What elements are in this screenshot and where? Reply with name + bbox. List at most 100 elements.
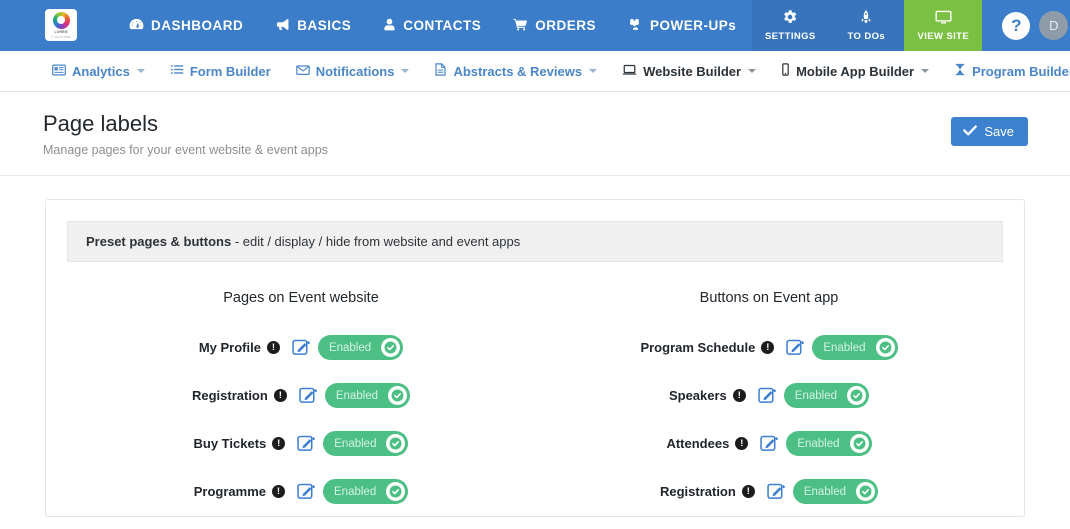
avatar[interactable]: D [1039,11,1069,40]
info-icon[interactable]: ! [272,485,286,499]
tile-label: VIEW SITE [917,30,970,42]
edit-icon[interactable] [786,338,805,357]
chevron-down-icon [589,69,598,73]
edit-icon[interactable] [297,482,316,501]
toggle-knob-check-icon [386,434,406,454]
cart-icon [513,18,528,34]
edit-icon[interactable] [758,386,777,405]
megaphone-icon [275,18,290,34]
subnav-item-website-builder[interactable]: Website Builder [622,63,757,79]
panel-heading-rest: - edit / display / hide from website and… [231,233,521,249]
user-icon [383,18,396,34]
header-action-tiles: SETTINGS TO DOs VIEW SITE [752,0,983,51]
info-icon[interactable]: ! [266,341,280,355]
chevron-down-icon [401,69,410,73]
logo-tagline: IT SOLUTIONS [51,36,71,40]
envelope-icon [295,64,310,79]
subnav-item-form-builder[interactable]: Form Builder [170,64,271,79]
hourglass-icon [954,63,966,79]
subnav-item-abstracts-reviews[interactable]: Abstracts & Reviews [434,63,598,79]
subnav-item-analytics[interactable]: Analytics [52,64,145,79]
preset-pages-card: Preset pages & buttons - edit / display … [45,198,1025,517]
nav-label: BASICS [297,18,352,33]
primary-navigation: DASHBOARD BASICS CONTACTS ORDERS POWER-U [113,0,752,51]
column-buttons-on-event-app: Buttons on Event app Program Schedule ! … [535,290,1003,516]
help-icon[interactable]: ? [1002,11,1031,40]
mobile-icon [781,63,790,79]
column-pages-on-event-website: Pages on Event website My Profile ! Enab… [67,290,535,516]
dashboard-icon [129,18,144,34]
table-row: My Profile ! Enabled [67,324,535,372]
header-tile-view-site[interactable]: VIEW SITE [904,0,983,51]
status-toggle[interactable]: Enabled [783,383,870,409]
nav-item-dashboard[interactable]: DASHBOARD [113,0,259,51]
status-toggle[interactable]: Enabled [792,479,879,505]
toggle-knob-check-icon [847,386,867,406]
logo-wordmark: LOREM [54,30,68,35]
app-logo[interactable]: LOREM IT SOLUTIONS [45,9,77,41]
tile-label: SETTINGS [764,31,816,42]
toggle-knob-check-icon [381,338,401,358]
table-row: Registration ! Enabled [535,468,1003,516]
check-icon [963,124,978,139]
subnav-item-notifications[interactable]: Notifications [295,64,410,79]
monitor-icon [935,10,952,28]
subnav-item-program-builder[interactable]: Program Builder [954,63,1070,79]
tile-label: TO DOs [847,31,886,42]
info-icon[interactable]: ! [735,437,749,451]
status-toggle[interactable]: Enabled [323,431,409,457]
nav-label: ORDERS [535,18,597,33]
status-toggle[interactable]: Enabled [812,335,898,361]
edit-icon[interactable] [292,338,311,357]
table-row: Attendees ! Enabled [535,420,1003,468]
chevron-down-icon [921,69,930,73]
info-icon[interactable]: ! [272,437,286,451]
info-icon[interactable]: ! [273,389,287,403]
row-label: Programme [193,484,267,500]
status-toggle[interactable]: Enabled [786,431,872,457]
toggle-knob-check-icon [388,386,408,406]
page-title: Page labels [43,111,158,136]
panel-heading: Preset pages & buttons - edit / display … [67,220,1003,262]
nav-item-contacts[interactable]: CONTACTS [367,0,497,51]
status-toggle[interactable]: Enabled [323,479,409,505]
status-toggle[interactable]: Enabled [317,335,404,361]
subnav-label: Website Builder [643,63,742,79]
info-icon[interactable]: ! [741,485,755,499]
info-icon[interactable]: ! [761,341,775,355]
edit-icon[interactable] [767,482,786,501]
subnav-item-mobile-app-builder[interactable]: Mobile App Builder [781,63,930,79]
subnav-label: Form Builder [189,63,271,79]
nav-item-basics[interactable]: BASICS [259,0,367,51]
table-row: Program Schedule ! Enabled [535,324,1003,372]
toggle-label: Enabled [803,485,847,498]
table-row: Registration ! Enabled [67,372,535,420]
info-icon[interactable]: ! [732,389,746,403]
page-header: Page labels Manage pages for your event … [0,92,1070,176]
header-tile-settings[interactable]: SETTINGS [752,0,829,51]
toggle-label: Enabled [334,485,377,498]
edit-icon[interactable] [299,386,318,405]
edit-icon[interactable] [760,434,779,453]
rocket-icon [858,9,874,28]
laptop-icon [622,64,637,79]
toggle-knob-check-icon [849,434,869,454]
subnav-label: Mobile App Builder [796,63,915,79]
header-tile-todos[interactable]: TO DOs [828,0,905,51]
status-toggle[interactable]: Enabled [324,383,411,409]
row-label: Registration [191,388,268,404]
save-button[interactable]: Save [951,117,1028,146]
analytics-icon [52,64,66,79]
row-label: Program Schedule [640,340,756,356]
logo-mark-icon [52,11,70,29]
subnav-label: Program Builder [972,63,1070,79]
panel-heading-bold: Preset pages & buttons [86,233,232,249]
nav-item-powerups[interactable]: POWER-UPs [612,0,752,51]
chevron-down-icon [136,69,145,73]
nav-item-orders[interactable]: ORDERS [497,0,612,51]
edit-icon[interactable] [297,434,316,453]
table-row: Buy Tickets ! Enabled [67,420,535,468]
header-user-area: ? D [982,0,1070,51]
table-row: Programme ! Enabled [67,468,535,516]
toggle-knob-check-icon [875,338,895,358]
